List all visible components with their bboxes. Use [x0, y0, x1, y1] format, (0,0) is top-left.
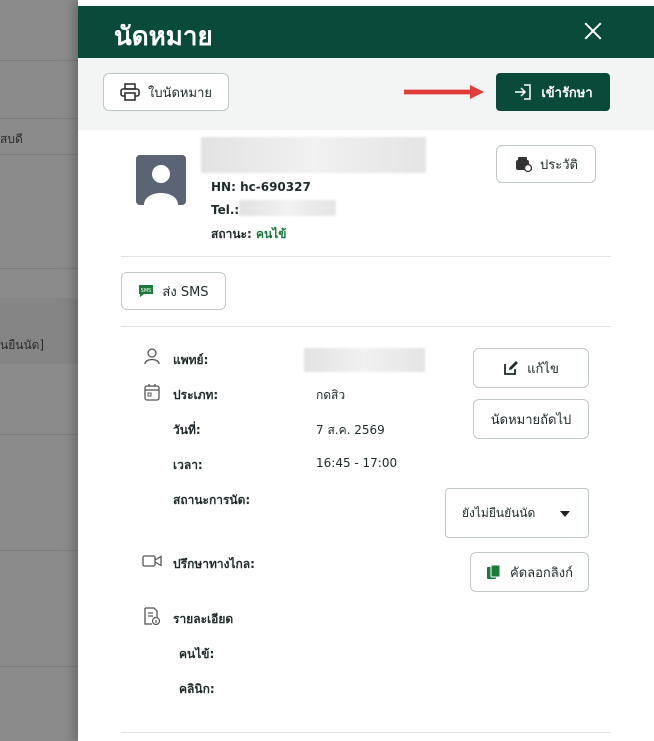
- enter-treatment-label: เข้ารักษา: [541, 85, 593, 101]
- telemedicine-label: ปรึกษาทางไกล:: [173, 557, 255, 571]
- hn-label: HN:: [211, 180, 236, 194]
- hn-value: hc-690327: [240, 180, 311, 194]
- drawer-header: นัดหมาย: [78, 6, 654, 58]
- appointment-status-select[interactable]: ยังไม่ยืนยันนัด: [445, 488, 589, 538]
- copy-link-button[interactable]: คัดลอกลิงก์: [470, 552, 589, 592]
- sms-icon: SMS: [139, 285, 154, 297]
- print-appointment-button[interactable]: ใบนัดหมาย: [103, 73, 229, 111]
- patient-name-redacted: [201, 137, 426, 173]
- annotation-arrow-icon: [404, 85, 484, 99]
- time-value: 16:45 - 17:00: [316, 456, 398, 470]
- next-appointment-button[interactable]: นัดหมายถัดไป: [473, 399, 589, 439]
- patient-tel-redacted: [239, 200, 336, 216]
- send-sms-label: ส่ง SMS: [162, 284, 209, 300]
- video-camera-icon: [142, 555, 162, 567]
- patient-hn: HN: hc-690327: [211, 180, 311, 194]
- background-divider: [0, 666, 78, 667]
- background-text: สบดี: [0, 132, 23, 146]
- background-text: นยืนนัด]: [0, 338, 45, 352]
- send-sms-button[interactable]: SMS ส่ง SMS: [121, 272, 226, 310]
- section-divider: [121, 256, 611, 257]
- wallet-icon: [516, 157, 533, 172]
- background-divider: [0, 60, 78, 61]
- background-divider: [0, 118, 78, 119]
- background-divider: [0, 434, 78, 435]
- appointment-status-selected: ยังไม่ยืนยันนัด: [462, 505, 536, 520]
- edit-button[interactable]: แก้ไข: [473, 348, 589, 388]
- edit-label: แก้ไข: [527, 361, 559, 377]
- patient-status: สถานะ: คนไข้: [211, 225, 286, 244]
- appointment-status-label: สถานะการนัด:: [173, 493, 251, 507]
- patient-tel-label: Tel.:: [211, 203, 240, 217]
- caret-down-icon: [560, 511, 570, 517]
- close-icon[interactable]: [582, 20, 604, 42]
- details-patient-label: คนไข้:: [179, 647, 215, 661]
- user-icon: [144, 348, 160, 365]
- details-clinic-label: คลินิก:: [179, 682, 215, 696]
- details-label: รายละเอียด: [173, 612, 234, 626]
- copy-icon: [487, 564, 501, 579]
- print-appointment-label: ใบนัดหมาย: [148, 85, 212, 101]
- patient-status-label: สถานะ:: [211, 227, 252, 241]
- edit-icon: [504, 361, 519, 375]
- doctor-label: แพทย์:: [173, 353, 209, 367]
- history-label: ประวัติ: [540, 157, 578, 173]
- background-page: สบดี นยืนนัด]: [0, 0, 78, 741]
- doctor-name-redacted: [304, 348, 425, 372]
- drawer-toolbar: ใบนัดหมาย เข้ารักษา: [78, 58, 654, 130]
- type-label: ประเภท:: [173, 388, 219, 402]
- document-info-icon: [144, 607, 161, 625]
- appointment-drawer: นัดหมาย ใบนัดหมาย เข้ารักษา HN: hc-69032…: [78, 0, 654, 741]
- copy-link-label: คัดลอกลิงก์: [510, 565, 573, 581]
- calendar-icon: [144, 384, 160, 401]
- enter-treatment-button[interactable]: เข้ารักษา: [496, 73, 610, 111]
- section-divider: [121, 732, 611, 733]
- patient-avatar: [136, 155, 186, 205]
- drawer-title: นัดหมาย: [114, 22, 213, 52]
- background-divider: [0, 550, 78, 551]
- patient-status-value: คนไข้: [255, 227, 287, 241]
- next-appointment-label: นัดหมายถัดไป: [490, 412, 572, 428]
- type-value: กดสิว: [316, 388, 346, 402]
- date-value: 7 ส.ค. 2569: [316, 423, 385, 437]
- history-button[interactable]: ประวัติ: [496, 145, 596, 183]
- user-silhouette-icon: [144, 165, 178, 205]
- printer-icon: [120, 83, 140, 101]
- svg-text:SMS: SMS: [141, 288, 152, 294]
- background-divider: [0, 154, 78, 155]
- background-divider: [0, 268, 78, 269]
- date-label: วันที่:: [173, 423, 201, 437]
- section-divider: [121, 326, 611, 327]
- sign-in-icon: [515, 84, 532, 100]
- time-label: เวลา:: [173, 458, 203, 472]
